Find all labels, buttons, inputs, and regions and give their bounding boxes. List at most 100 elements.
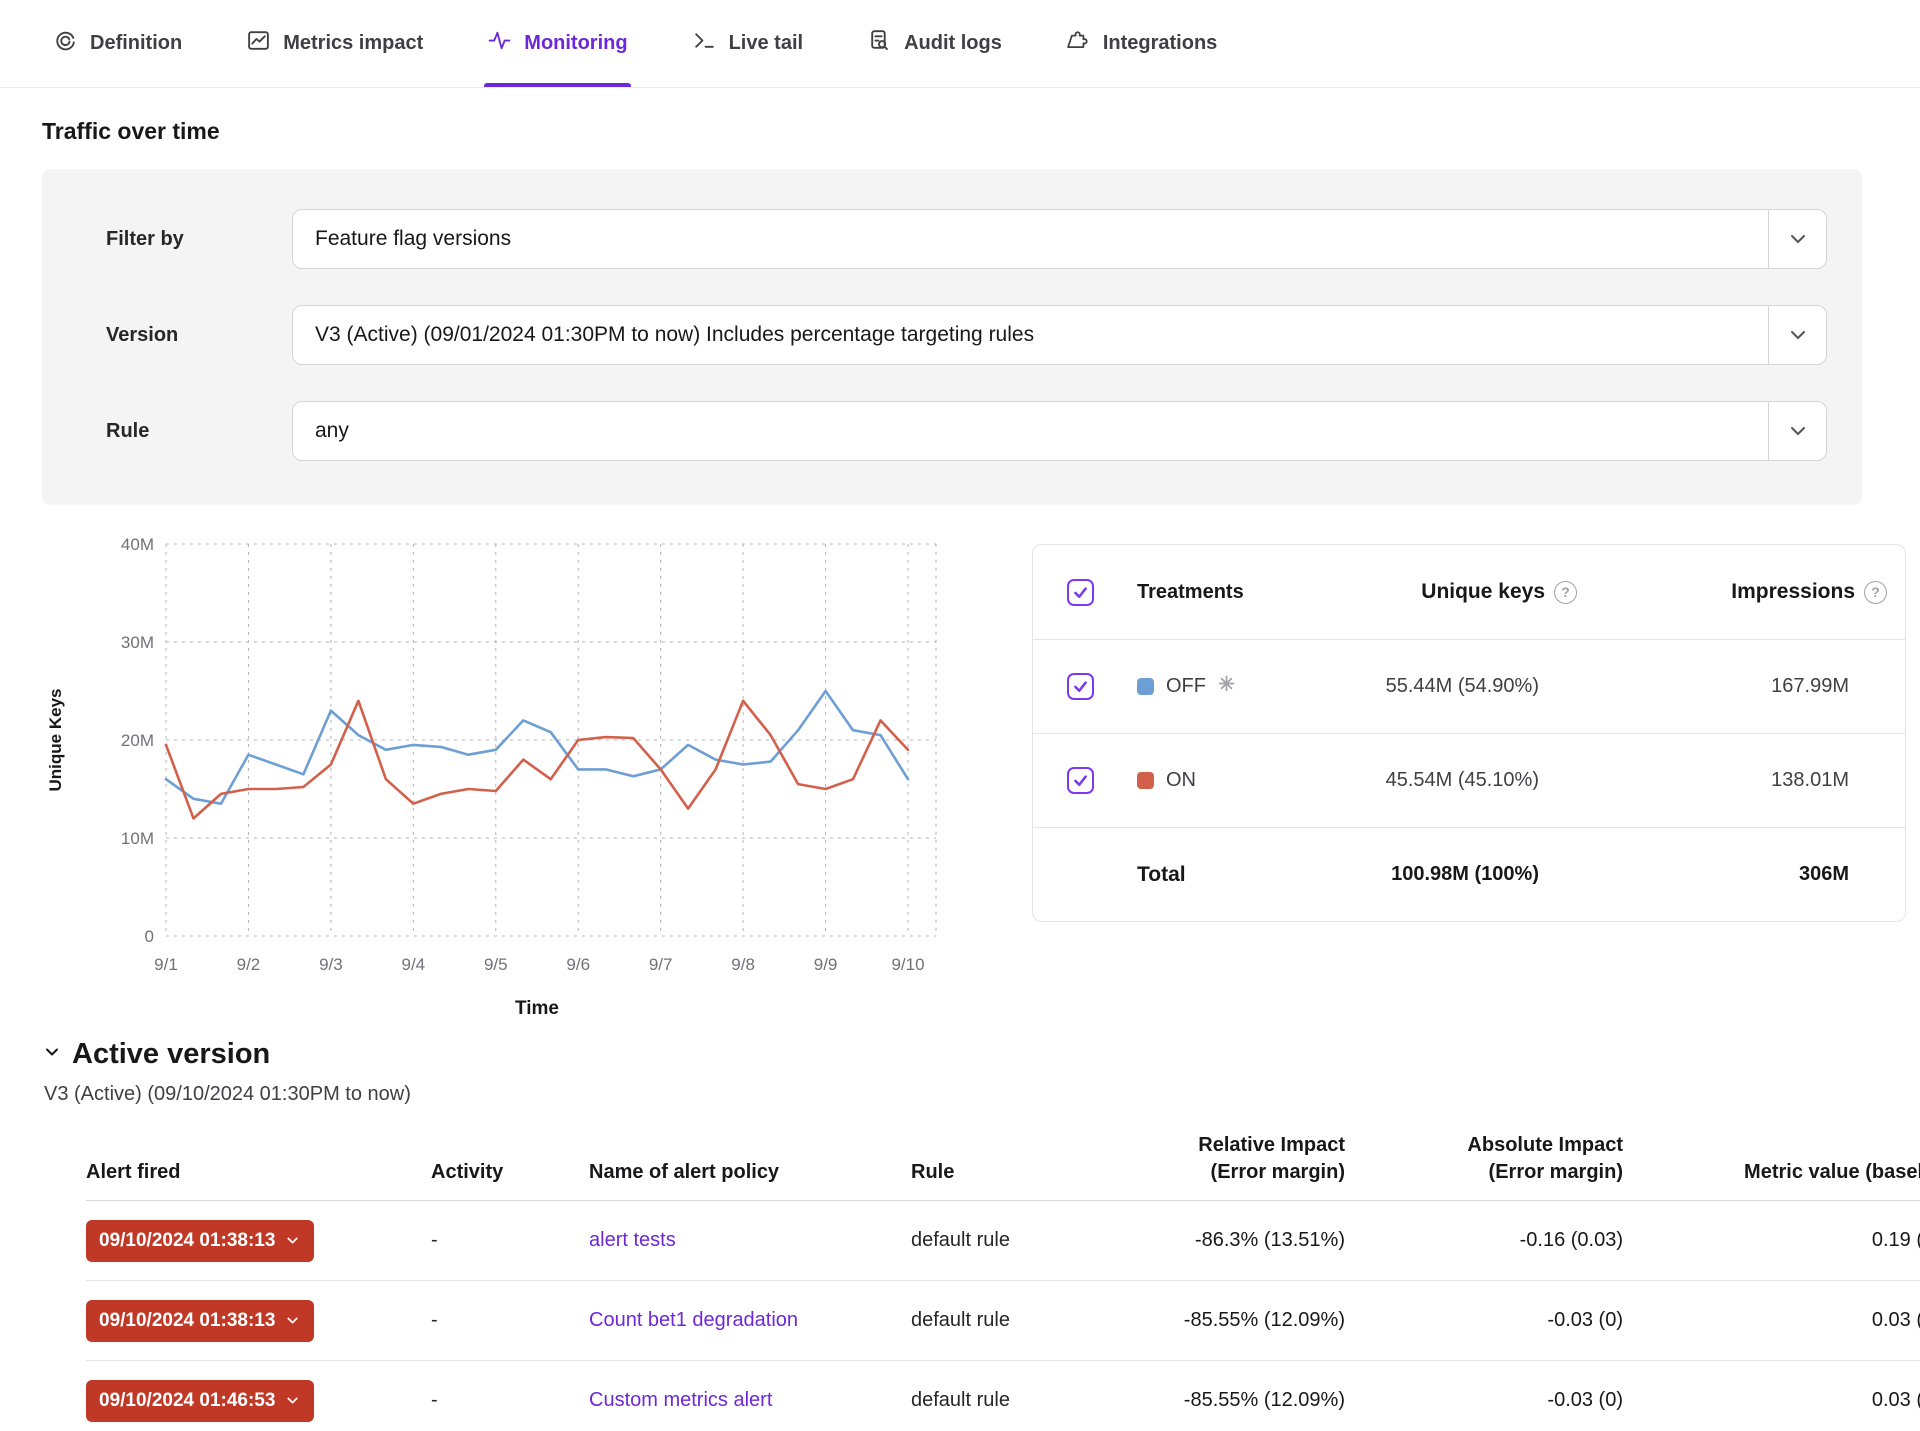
rule-label: Rule — [106, 420, 292, 443]
version-row: Version V3 (Active) (09/01/2024 01:30PM … — [106, 305, 1827, 365]
impressions-value: 167.99M — [1577, 675, 1887, 698]
tab-monitoring[interactable]: Monitoring — [484, 0, 630, 87]
svg-text:20M: 20M — [121, 731, 154, 750]
tab-label: Monitoring — [524, 32, 627, 55]
absolute-impact-value: -0.03 (0) — [1345, 1389, 1623, 1412]
help-icon[interactable]: ? — [1864, 581, 1887, 604]
alert-policy-link[interactable]: Custom metrics alert — [589, 1389, 772, 1411]
active-version-toggle[interactable]: Active version — [42, 1038, 1920, 1071]
tab-label: Live tail — [729, 32, 803, 55]
version-dropdown[interactable]: V3 (Active) (09/01/2024 01:30PM to now) … — [292, 305, 1827, 365]
relative-impact-value: -85.55% (12.09%) — [1129, 1389, 1345, 1412]
col-absolute-impact: Absolute Impact (Error margin) — [1345, 1132, 1623, 1186]
alert-fired-badge[interactable]: 09/10/2024 01:38:13 — [86, 1220, 314, 1262]
svg-text:9/8: 9/8 — [731, 955, 755, 974]
col-alert-fired: Alert fired — [86, 1159, 431, 1186]
activity-value: - — [431, 1229, 589, 1252]
active-version-subtitle: V3 (Active) (09/10/2024 01:30PM to now) — [44, 1083, 1920, 1106]
svg-text:9/5: 9/5 — [484, 955, 508, 974]
svg-text:40M: 40M — [121, 535, 154, 554]
y-axis-label: Unique Keys — [46, 689, 66, 792]
metric-value: 0.03 ( — [1623, 1389, 1920, 1412]
tab-label: Integrations — [1103, 32, 1217, 55]
chevron-down-icon — [284, 1392, 301, 1409]
total-impressions: 306M — [1577, 863, 1887, 886]
svg-text:Time: Time — [515, 998, 559, 1019]
unique-keys-value: 45.54M (45.10%) — [1247, 769, 1577, 792]
alerts-table: Alert fired Activity Name of alert polic… — [86, 1132, 1920, 1431]
svg-text:9/9: 9/9 — [814, 955, 838, 974]
alert-fired-badge[interactable]: 09/10/2024 01:46:53 — [86, 1380, 314, 1422]
integrations-icon — [1066, 28, 1091, 59]
tab-integrations[interactable]: Integrations — [1063, 0, 1220, 87]
chevron-down-icon — [42, 1042, 62, 1067]
rule-row: Rule any — [106, 401, 1827, 461]
alert-fired-time: 09/10/2024 01:38:13 — [99, 1230, 275, 1252]
chevron-down-icon — [284, 1312, 301, 1329]
filter-by-row: Filter by Feature flag versions — [106, 209, 1827, 269]
rule-value: default rule — [911, 1389, 1129, 1412]
traffic-chart-section: Unique Keys 010M20M30M40M9/19/29/39/49/5… — [42, 528, 1906, 1024]
svg-text:9/1: 9/1 — [154, 955, 178, 974]
col-rule: Rule — [911, 1159, 1129, 1186]
treatment-name: OFF — [1166, 675, 1206, 698]
chevron-down-icon[interactable] — [1768, 210, 1826, 268]
traffic-chart: Unique Keys 010M20M30M40M9/19/29/39/49/5… — [42, 528, 1032, 1024]
absolute-impact-value: -0.03 (0) — [1345, 1309, 1623, 1332]
version-value: V3 (Active) (09/01/2024 01:30PM to now) … — [293, 323, 1768, 347]
tab-label: Audit logs — [904, 32, 1002, 55]
svg-text:9/3: 9/3 — [319, 955, 343, 974]
alert-fired-time: 09/10/2024 01:38:13 — [99, 1310, 275, 1332]
on-series-swatch — [1137, 772, 1154, 789]
live-tail-icon — [692, 28, 717, 59]
rule-value: default rule — [911, 1309, 1129, 1332]
tab-audit-logs[interactable]: Audit logs — [864, 0, 1005, 87]
svg-text:9/2: 9/2 — [237, 955, 261, 974]
off-series-swatch — [1137, 678, 1154, 695]
relative-impact-value: -86.3% (13.51%) — [1129, 1229, 1345, 1252]
svg-text:30M: 30M — [121, 633, 154, 652]
filter-by-dropdown[interactable]: Feature flag versions — [292, 209, 1827, 269]
treatment-on-checkbox[interactable] — [1067, 767, 1094, 794]
rule-value: default rule — [911, 1229, 1129, 1252]
active-version-section: Active version V3 (Active) (09/10/2024 0… — [42, 1038, 1920, 1106]
svg-text:9/4: 9/4 — [402, 955, 426, 974]
svg-text:9/7: 9/7 — [649, 955, 673, 974]
definition-icon — [53, 28, 78, 59]
filter-panel: Filter by Feature flag versions Version … — [42, 169, 1862, 505]
svg-text:9/10: 9/10 — [891, 955, 924, 974]
impressions-value: 138.01M — [1577, 769, 1887, 792]
total-unique-keys: 100.98M (100%) — [1247, 863, 1577, 886]
chevron-down-icon — [284, 1232, 301, 1249]
impressions-header: Impressions — [1731, 580, 1855, 604]
tab-bar: Definition Metrics impact Monitoring Liv… — [0, 0, 1920, 88]
tab-label: Metrics impact — [283, 32, 423, 55]
alert-row: 09/10/2024 01:46:53 - Custom metrics ale… — [86, 1361, 1920, 1431]
chevron-down-icon[interactable] — [1768, 402, 1826, 460]
col-relative-impact: Relative Impact (Error margin) — [1129, 1132, 1345, 1186]
tab-live-tail[interactable]: Live tail — [689, 0, 806, 87]
alert-fired-badge[interactable]: 09/10/2024 01:38:13 — [86, 1300, 314, 1342]
page-title: Traffic over time — [42, 118, 1920, 145]
active-version-title: Active version — [72, 1038, 270, 1071]
alerts-header-row: Alert fired Activity Name of alert polic… — [86, 1132, 1920, 1201]
filter-by-label: Filter by — [106, 228, 292, 251]
default-treatment-icon — [1218, 675, 1235, 698]
treatment-row-on: ON 45.54M (45.10%) 138.01M — [1033, 733, 1905, 827]
treatment-off-checkbox[interactable] — [1067, 673, 1094, 700]
relative-impact-value: -85.55% (12.09%) — [1129, 1309, 1345, 1332]
alert-row: 09/10/2024 01:38:13 - Count bet1 degrada… — [86, 1281, 1920, 1361]
treatment-name: ON — [1166, 769, 1196, 792]
rule-dropdown[interactable]: any — [292, 401, 1827, 461]
line-chart: 010M20M30M40M9/19/29/39/49/59/69/79/89/9… — [88, 528, 968, 1024]
help-icon[interactable]: ? — [1554, 581, 1577, 604]
tab-metrics-impact[interactable]: Metrics impact — [243, 0, 426, 87]
chevron-down-icon[interactable] — [1768, 306, 1826, 364]
metrics-impact-icon — [246, 28, 271, 59]
alert-policy-link[interactable]: Count bet1 degradation — [589, 1309, 798, 1331]
treatments-select-all-checkbox[interactable] — [1067, 579, 1094, 606]
alert-row: 09/10/2024 01:38:13 - alert tests defaul… — [86, 1201, 1920, 1281]
alert-policy-link[interactable]: alert tests — [589, 1229, 676, 1251]
tab-definition[interactable]: Definition — [50, 0, 185, 87]
rule-value: any — [293, 419, 1768, 443]
